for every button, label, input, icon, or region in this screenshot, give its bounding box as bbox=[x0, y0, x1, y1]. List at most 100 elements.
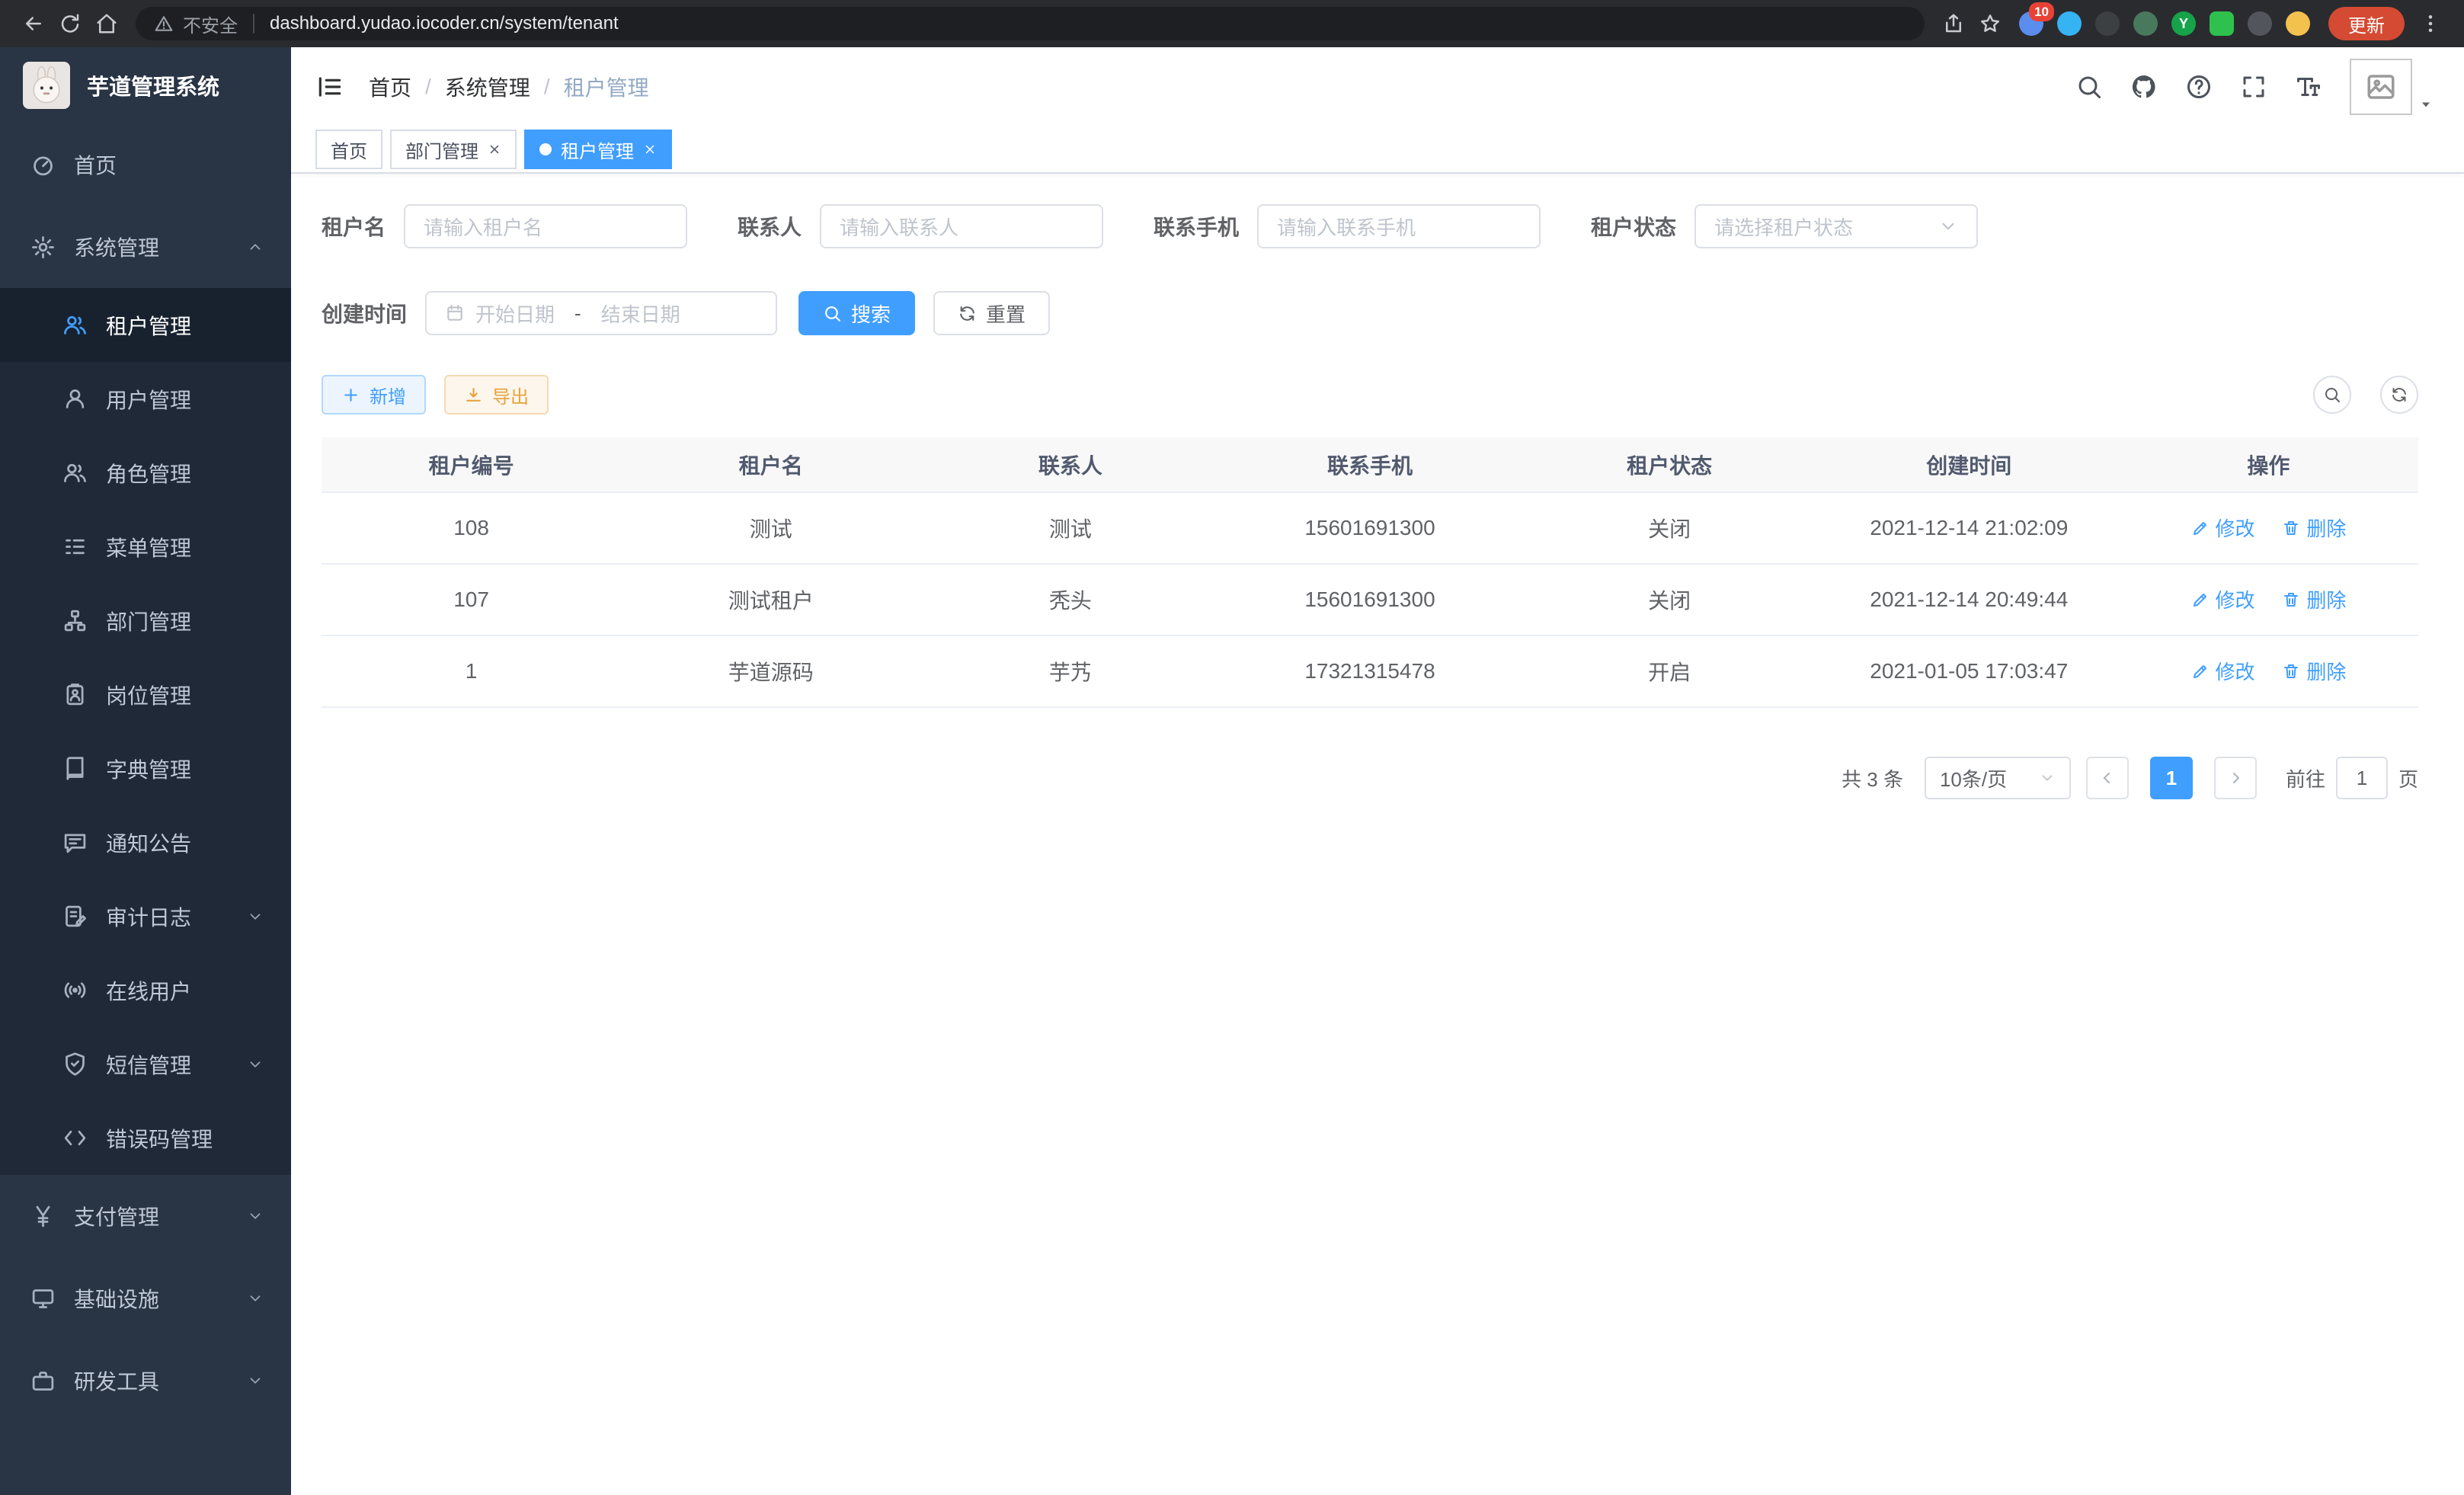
date-range-picker[interactable]: 开始日期 - 结束日期 bbox=[425, 291, 777, 335]
roles-icon bbox=[62, 460, 88, 485]
toggle-search-button[interactable] bbox=[2313, 376, 2351, 414]
pagination-page-1[interactable]: 1 bbox=[2150, 757, 2193, 799]
tab-tenant[interactable]: 租户管理 bbox=[524, 130, 672, 169]
gear-icon bbox=[30, 235, 56, 260]
calendar-icon bbox=[445, 303, 465, 323]
column-header: 租户编号 bbox=[322, 437, 621, 492]
app-logo[interactable]: 芋道管理系统 bbox=[0, 47, 291, 123]
edit-icon bbox=[2191, 662, 2210, 680]
page-size-select[interactable]: 10条/页 bbox=[1925, 757, 2071, 799]
fullscreen-icon[interactable] bbox=[2240, 73, 2267, 101]
extension-icon-1[interactable]: 10 bbox=[2019, 11, 2043, 36]
browser-back-icon[interactable] bbox=[15, 5, 52, 42]
sidebar-item-notice[interactable]: 通知公告 bbox=[0, 805, 291, 879]
monitor-icon bbox=[30, 1286, 56, 1311]
message-icon bbox=[62, 830, 88, 855]
contact-label: 联系人 bbox=[738, 211, 820, 242]
add-button[interactable]: 新增 bbox=[322, 375, 426, 415]
delete-link[interactable]: 删除 bbox=[2282, 514, 2346, 542]
edit-link[interactable]: 修改 bbox=[2191, 585, 2255, 613]
breadcrumb-home[interactable]: 首页 bbox=[369, 72, 411, 102]
sidebar-item-home[interactable]: 首页 bbox=[0, 123, 291, 206]
breadcrumb: 首页 / 系统管理 / 租户管理 bbox=[369, 72, 649, 102]
edit-link[interactable]: 修改 bbox=[2191, 657, 2255, 685]
edit-icon bbox=[2191, 591, 2210, 609]
sidebar-item-dept[interactable]: 部门管理 bbox=[0, 584, 291, 658]
help-icon[interactable] bbox=[2185, 73, 2213, 101]
close-icon[interactable] bbox=[488, 142, 501, 156]
browser-chrome: 不安全 dashboard.yudao.iocoder.cn/system/te… bbox=[0, 0, 2464, 47]
trash-icon bbox=[2282, 519, 2300, 537]
tenant-table: 租户编号 租户名 联系人 联系手机 租户状态 创建时间 操作 108 测试 测试 bbox=[322, 437, 2418, 708]
status-select[interactable]: 请选择租户状态 bbox=[1694, 204, 1978, 248]
address-bar[interactable]: 不安全 dashboard.yudao.iocoder.cn/system/te… bbox=[136, 7, 1925, 40]
extension-icon-8[interactable] bbox=[2286, 11, 2310, 36]
tab-home[interactable]: 首页 bbox=[315, 130, 382, 169]
tab-dept[interactable]: 部门管理 bbox=[390, 130, 517, 169]
github-icon[interactable] bbox=[2130, 73, 2158, 101]
pagination-prev-button[interactable] bbox=[2086, 757, 2129, 799]
table-row: 1 芋道源码 芋艿 17321315478 开启 2021-01-05 17:0… bbox=[322, 635, 2418, 707]
export-button[interactable]: 导出 bbox=[444, 375, 549, 415]
trash-icon bbox=[2282, 591, 2300, 609]
book-icon bbox=[62, 756, 88, 781]
browser-menu-icon[interactable] bbox=[2412, 5, 2449, 42]
tenant-name-input[interactable]: 请输入租户名 bbox=[404, 204, 687, 248]
column-header: 联系手机 bbox=[1220, 437, 1519, 492]
contact-input[interactable]: 请输入联系人 bbox=[820, 204, 1103, 248]
create-time-label: 创建时间 bbox=[322, 298, 425, 328]
extension-icon-4[interactable] bbox=[2133, 11, 2158, 36]
edit-link[interactable]: 修改 bbox=[2191, 514, 2255, 542]
sidebar: 芋道管理系统 首页 系统管理 租户管理 用户管理 角色管理 菜单管理 bbox=[0, 47, 291, 1495]
extension-icon-2[interactable] bbox=[2057, 11, 2082, 36]
avatar-broken-image-icon bbox=[2350, 59, 2412, 115]
sidebar-item-pay[interactable]: 支付管理 bbox=[0, 1175, 291, 1257]
pagination-next-button[interactable] bbox=[2214, 757, 2257, 799]
filter-row-1: 租户名 请输入租户名 联系人 请输入联系人 联系手机 请输入联系手机 bbox=[322, 204, 2418, 248]
extension-icon-5[interactable]: Y bbox=[2171, 11, 2196, 36]
font-size-icon[interactable] bbox=[2295, 73, 2322, 101]
breadcrumb-current: 租户管理 bbox=[564, 72, 649, 102]
sidebar-item-dict[interactable]: 字典管理 bbox=[0, 731, 291, 805]
sidebar-collapse-icon[interactable] bbox=[315, 72, 344, 101]
header-search-icon[interactable] bbox=[2075, 73, 2103, 101]
browser-home-icon[interactable] bbox=[88, 5, 125, 42]
delete-link[interactable]: 删除 bbox=[2282, 657, 2346, 685]
filter-row-2: 创建时间 开始日期 - 结束日期 搜索 重置 bbox=[322, 291, 2418, 335]
sidebar-item-devtool[interactable]: 研发工具 bbox=[0, 1340, 291, 1422]
phone-input[interactable]: 请输入联系手机 bbox=[1257, 204, 1541, 248]
browser-reload-icon[interactable] bbox=[52, 5, 88, 42]
reset-button[interactable]: 重置 bbox=[933, 291, 1050, 335]
sidebar-item-user[interactable]: 用户管理 bbox=[0, 362, 291, 436]
sidebar-item-system[interactable]: 系统管理 bbox=[0, 206, 291, 288]
sidebar-item-online[interactable]: 在线用户 bbox=[0, 953, 291, 1027]
sidebar-item-errorcode[interactable]: 错误码管理 bbox=[0, 1101, 291, 1175]
chevron-down-icon bbox=[247, 1372, 264, 1389]
sidebar-item-infra[interactable]: 基础设施 bbox=[0, 1257, 291, 1340]
goto-label: 前往 bbox=[2286, 764, 2325, 792]
plus-icon bbox=[341, 386, 360, 405]
browser-update-button[interactable]: 更新 bbox=[2328, 7, 2405, 40]
share-icon[interactable] bbox=[1935, 5, 1972, 42]
refresh-table-button[interactable] bbox=[2380, 376, 2418, 414]
sidebar-item-tenant[interactable]: 租户管理 bbox=[0, 288, 291, 362]
user-avatar-menu[interactable] bbox=[2350, 59, 2434, 115]
extension-badge: 10 bbox=[2029, 2, 2054, 21]
sidebar-item-auditlog[interactable]: 审计日志 bbox=[0, 879, 291, 953]
extension-icon-7[interactable] bbox=[2248, 11, 2272, 36]
extension-icon-3[interactable] bbox=[2095, 11, 2120, 36]
goto-page-input[interactable]: 1 bbox=[2336, 757, 2388, 799]
close-icon[interactable] bbox=[643, 142, 657, 156]
trash-icon bbox=[2282, 662, 2300, 680]
bookmark-star-icon[interactable] bbox=[1972, 5, 2008, 42]
sidebar-item-role[interactable]: 角色管理 bbox=[0, 436, 291, 510]
sidebar-item-sms[interactable]: 短信管理 bbox=[0, 1027, 291, 1101]
delete-link[interactable]: 删除 bbox=[2282, 585, 2346, 613]
sidebar-item-post[interactable]: 岗位管理 bbox=[0, 658, 291, 731]
breadcrumb-system[interactable]: 系统管理 bbox=[445, 72, 530, 102]
refresh-icon bbox=[2390, 386, 2408, 404]
search-button[interactable]: 搜索 bbox=[798, 291, 915, 335]
extension-icon-6[interactable] bbox=[2210, 11, 2234, 36]
sidebar-item-menu[interactable]: 菜单管理 bbox=[0, 510, 291, 584]
briefcase-icon bbox=[30, 1369, 56, 1394]
